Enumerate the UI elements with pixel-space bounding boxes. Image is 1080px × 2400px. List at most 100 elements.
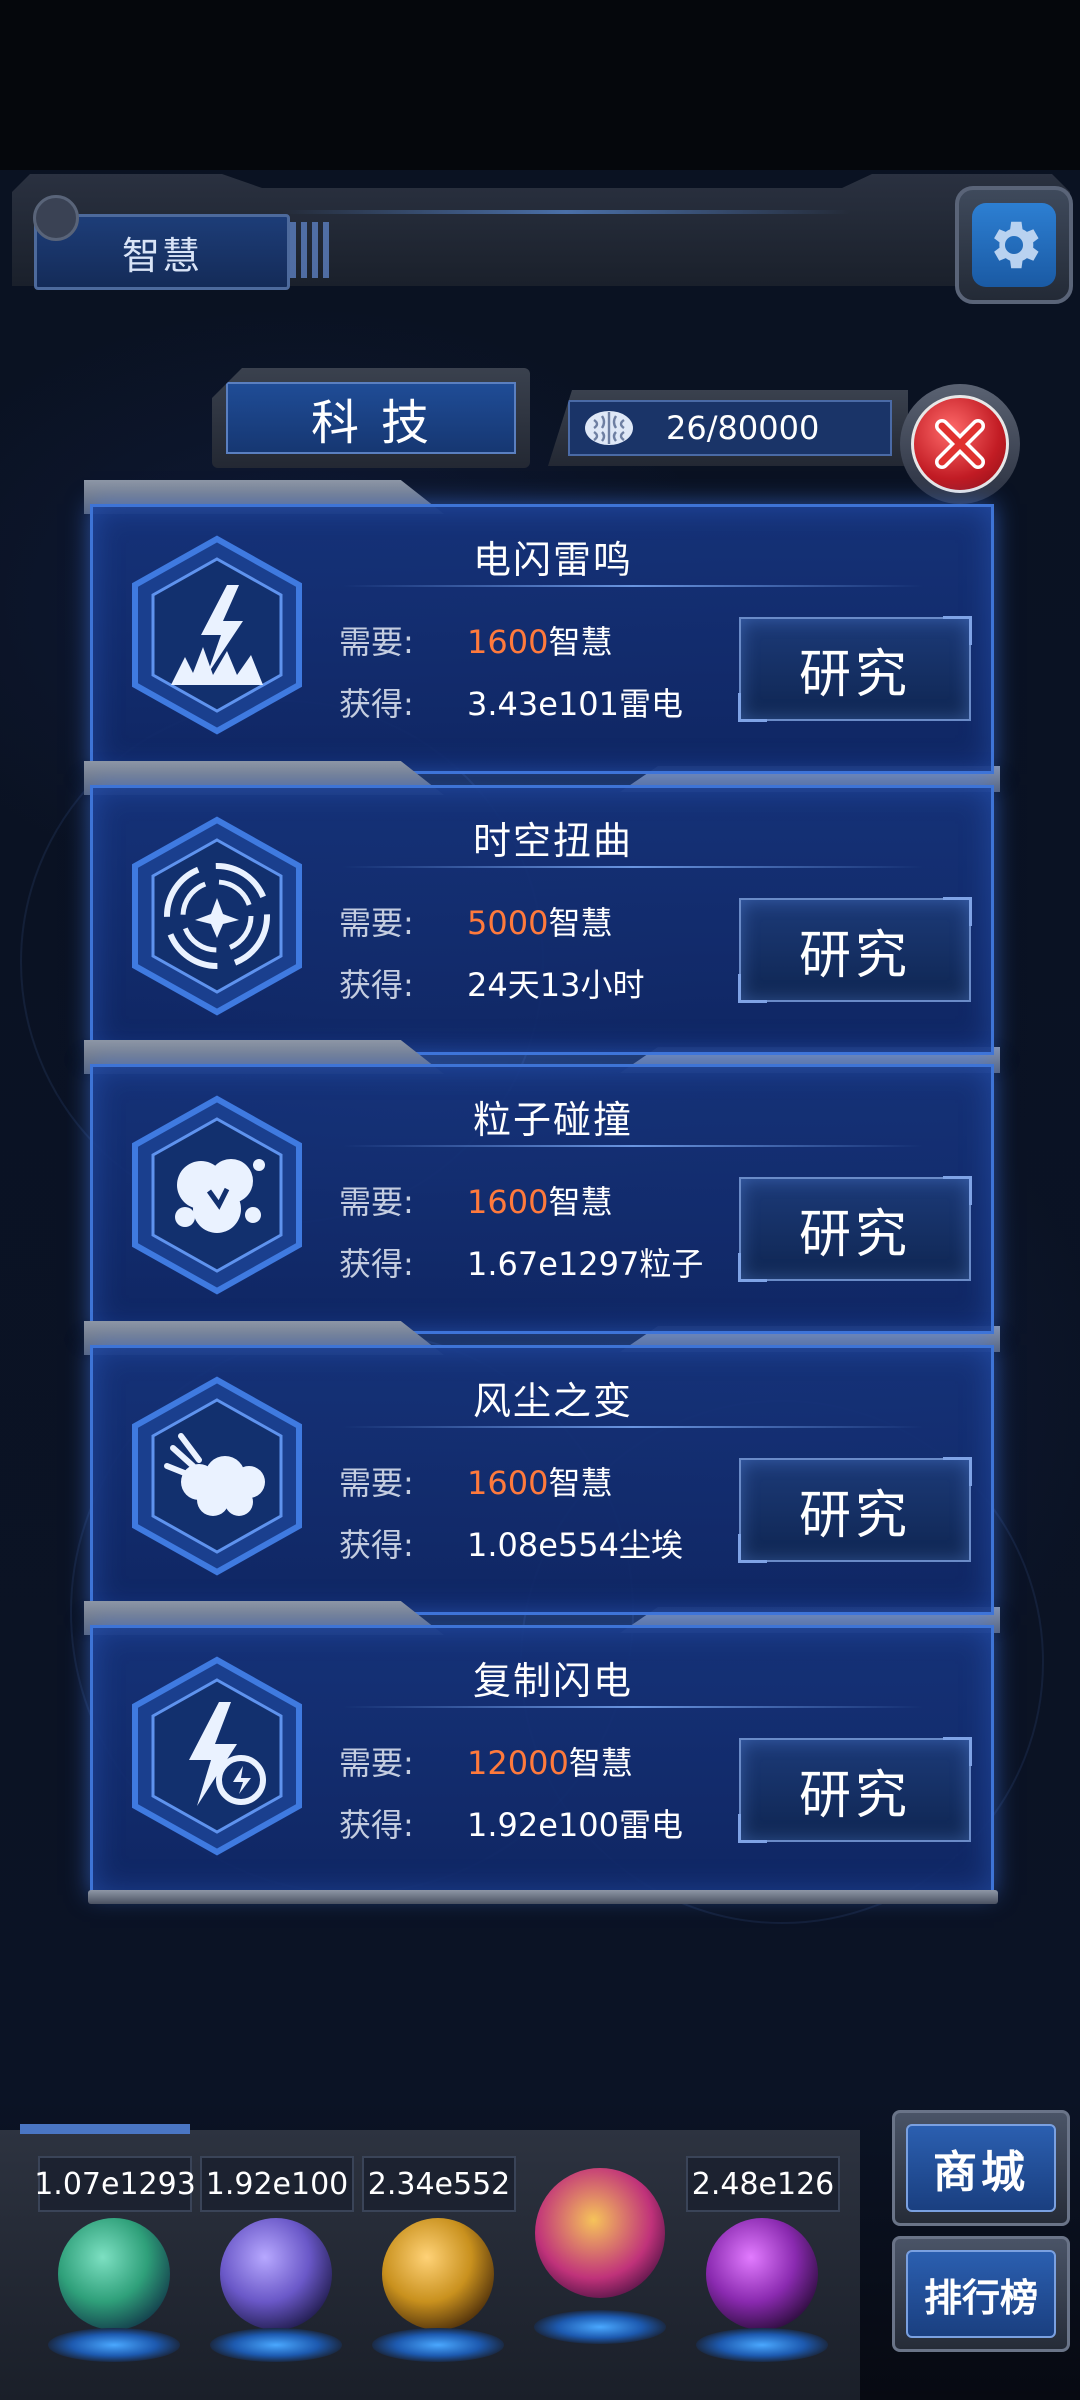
brain-icon [585, 411, 633, 445]
vortex-orb-icon [706, 2218, 818, 2330]
game-screen: 智慧 科技 26/80000 电闪雷鸣 需要: 1600智慧 获得: 3.43e… [0, 0, 1080, 2400]
name-divider [343, 1426, 923, 1428]
top-bar: 智慧 [12, 174, 1070, 304]
orb-pedestal [210, 2328, 342, 2362]
resource-slot[interactable] [358, 2210, 518, 2380]
cost-unit: 智慧 [568, 1744, 633, 1782]
gain-row: 获得: 24天13小时 [339, 960, 644, 1006]
tech-name: 粒子碰撞 [472, 1098, 633, 1142]
particle-collision-icon [132, 1095, 302, 1295]
cost-label: 需要: [339, 904, 414, 942]
dock-accent-strip [20, 2124, 190, 2134]
resource-value: 1.92e100 [200, 2156, 354, 2212]
panel-bottom-frame [88, 1890, 998, 1904]
status-area [0, 0, 1080, 170]
leaderboard-button[interactable]: 排行榜 [892, 2236, 1070, 2352]
gain-value: 1.67e1297粒子 [467, 1245, 704, 1283]
gear-icon [994, 221, 1039, 269]
vortex-icon [132, 816, 302, 1016]
cost-value: 5000 [467, 904, 549, 942]
name-divider [343, 866, 923, 868]
gain-row: 获得: 1.92e100雷电 [339, 1800, 683, 1846]
cost-unit: 智慧 [548, 1183, 613, 1221]
tech-name: 电闪雷鸣 [472, 538, 633, 582]
shop-button-label: 商城 [906, 2124, 1056, 2212]
tech-card-body: 时空扭曲 需要: 5000智慧 获得: 24天13小时 研究 [90, 785, 994, 1055]
gain-label: 获得: [339, 685, 414, 723]
cost-label: 需要: [339, 1744, 414, 1782]
lightning-burst-icon [132, 535, 302, 735]
cost-label: 需要: [339, 623, 414, 661]
cost-value: 1600 [467, 1464, 549, 1502]
cost-row: 需要: 1600智慧 [339, 1177, 612, 1223]
wisdom-tab-label: 智慧 [121, 233, 202, 278]
wisdom-counter-face: 26/80000 [568, 400, 892, 456]
tech-card: 时空扭曲 需要: 5000智慧 获得: 24天13小时 研究 [84, 761, 1000, 1073]
tech-card-body: 电闪雷鸣 需要: 1600智慧 获得: 3.43e101雷电 研究 [90, 504, 994, 774]
resource-slot[interactable] [34, 2210, 194, 2380]
gain-row: 获得: 1.67e1297粒子 [339, 1239, 703, 1285]
cost-value: 1600 [467, 1183, 549, 1221]
resource-slot[interactable] [520, 2160, 680, 2344]
tech-card: 电闪雷鸣 需要: 1600智慧 获得: 3.43e101雷电 研究 [84, 480, 1000, 792]
particle-orb-icon [58, 2218, 170, 2330]
cost-row: 需要: 5000智慧 [339, 898, 612, 944]
settings-button-face [972, 203, 1056, 287]
tech-card: 粒子碰撞 需要: 1600智慧 获得: 1.67e1297粒子 研究 [84, 1040, 1000, 1352]
cost-row: 需要: 1600智慧 [339, 617, 612, 663]
close-button[interactable] [900, 384, 1020, 504]
cost-label: 需要: [339, 1183, 414, 1221]
cost-row: 需要: 12000智慧 [339, 1738, 633, 1784]
tech-name: 时空扭曲 [472, 819, 633, 863]
research-button[interactable]: 研究 [738, 616, 972, 722]
orb-pedestal [372, 2328, 504, 2362]
cost-label: 需要: [339, 1464, 414, 1502]
cost-unit: 智慧 [548, 623, 613, 661]
research-button[interactable]: 研究 [738, 1457, 972, 1563]
gain-row: 获得: 3.43e101雷电 [339, 679, 683, 725]
resource-value: 1.07e1293 [34, 2156, 196, 2212]
resource-value: 2.34e552 [362, 2156, 516, 2212]
gain-value: 1.92e100雷电 [467, 1806, 684, 1844]
orb-pedestal [696, 2328, 828, 2362]
name-divider [343, 1706, 923, 1708]
settings-button[interactable] [955, 186, 1073, 304]
copy-lightning-icon [132, 1656, 302, 1856]
research-button[interactable]: 研究 [738, 1737, 972, 1843]
wisdom-counter: 26/80000 [548, 390, 908, 466]
gain-label: 获得: [339, 966, 414, 1004]
resource-slot[interactable] [196, 2210, 356, 2380]
name-divider [343, 1145, 923, 1147]
shop-button[interactable]: 商城 [892, 2110, 1070, 2226]
gain-label: 获得: [339, 1526, 414, 1564]
wisdom-tab[interactable]: 智慧 [33, 195, 290, 290]
tech-card: 风尘之变 需要: 1600智慧 获得: 1.08e554尘埃 研究 [84, 1321, 1000, 1633]
name-divider [343, 585, 923, 587]
orb-pedestal [48, 2328, 180, 2362]
wisdom-counter-value: 26/80000 [666, 409, 820, 447]
close-button-face [911, 395, 1009, 493]
close-icon [935, 419, 985, 469]
resource-value: 2.48e126 [686, 2156, 840, 2212]
cost-value: 12000 [467, 1744, 569, 1782]
orb-pedestal [534, 2310, 666, 2344]
cost-unit: 智慧 [548, 1464, 613, 1502]
tech-card-body: 复制闪电 需要: 12000智慧 获得: 1.92e100雷电 研究 [90, 1625, 994, 1895]
panel-title: 科技 [226, 382, 516, 454]
gain-value: 24天13小时 [467, 966, 645, 1004]
cost-value: 1600 [467, 623, 549, 661]
gain-label: 获得: [339, 1245, 414, 1283]
gain-value: 1.08e554尘埃 [467, 1526, 684, 1564]
leaderboard-button-label: 排行榜 [906, 2250, 1056, 2338]
dust-orb-icon [382, 2218, 494, 2330]
research-button[interactable]: 研究 [738, 897, 972, 1003]
gain-label: 获得: [339, 1806, 414, 1844]
cost-unit: 智慧 [548, 904, 613, 942]
tech-name: 风尘之变 [472, 1379, 633, 1423]
tech-name: 复制闪电 [472, 1659, 633, 1703]
cost-row: 需要: 1600智慧 [339, 1458, 612, 1504]
brain-orb-icon [535, 2168, 665, 2298]
dust-cloud-icon [132, 1376, 302, 1576]
research-button[interactable]: 研究 [738, 1176, 972, 1282]
resource-slot[interactable] [682, 2210, 842, 2380]
